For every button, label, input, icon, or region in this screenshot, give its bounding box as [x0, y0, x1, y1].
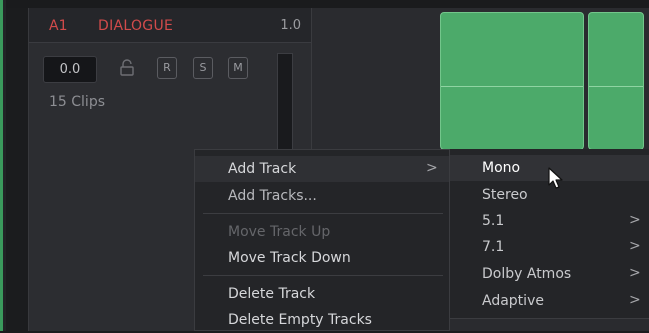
menu-item-label: Move Track Up	[228, 224, 331, 240]
submenu-item-adaptive[interactable]: Adaptive >	[450, 288, 649, 314]
track-name-bar: A1 DIALOGUE 1.0	[29, 8, 311, 43]
menu-item-delete-track[interactable]: Delete Track	[195, 281, 449, 307]
submenu-arrow-icon: >	[629, 212, 641, 228]
audio-clip[interactable]	[588, 12, 644, 150]
menu-separator	[203, 213, 443, 214]
track-context-menu: Add Track > Add Tracks... Move Track Up …	[194, 149, 450, 331]
submenu-item-label: Mono	[482, 160, 521, 176]
submenu-arrow-icon: >	[426, 160, 438, 176]
submenu-arrow-icon: >	[629, 238, 641, 254]
submenu-item-label: 5.1	[482, 213, 505, 229]
menu-item-label: Move Track Down	[228, 250, 351, 266]
menu-item-add-track[interactable]: Add Track >	[195, 156, 449, 182]
mute-button[interactable]: M	[228, 57, 248, 79]
track-volume-readout: 1.0	[280, 18, 301, 33]
track-level-field[interactable]: 0.0	[43, 56, 97, 83]
menu-item-add-tracks[interactable]: Add Tracks...	[195, 183, 449, 209]
menu-item-move-track-down[interactable]: Move Track Down	[195, 245, 449, 271]
submenu-item-5-1[interactable]: 5.1 >	[450, 208, 649, 234]
clip-volume-line[interactable]	[441, 86, 583, 87]
menu-separator	[203, 275, 443, 276]
menu-item-label: Delete Empty Tracks	[228, 312, 372, 328]
track-name[interactable]: DIALOGUE	[98, 18, 173, 34]
menu-item-delete-empty-tracks[interactable]: Delete Empty Tracks	[195, 307, 449, 333]
track-id: A1	[49, 18, 68, 34]
submenu-arrow-icon: >	[629, 292, 641, 308]
audio-clip[interactable]	[440, 12, 584, 150]
record-arm-button[interactable]: R	[157, 57, 177, 79]
submenu-arrow-icon: >	[629, 265, 641, 281]
window-top-edge	[0, 0, 649, 8]
submenu-item-dolby-atmos[interactable]: Dolby Atmos >	[450, 261, 649, 287]
mouse-pointer-icon	[548, 167, 563, 189]
submenu-item-label: 7.1	[482, 239, 505, 255]
left-edge-divider	[3, 0, 6, 331]
submenu-item-label: Stereo	[482, 187, 528, 203]
menu-item-label: Delete Track	[228, 286, 316, 302]
solo-button[interactable]: S	[193, 57, 213, 79]
lock-icon[interactable]	[119, 58, 135, 78]
submenu-item-label: Adaptive	[482, 293, 544, 309]
menu-item-label: Add Tracks...	[228, 188, 317, 204]
menu-item-move-track-up: Move Track Up	[195, 219, 449, 245]
menu-item-label: Add Track	[228, 161, 297, 177]
submenu-item-label: Dolby Atmos	[482, 266, 572, 282]
submenu-item-7-1[interactable]: 7.1 >	[450, 234, 649, 260]
clip-count-label: 15 Clips	[49, 94, 105, 110]
clip-volume-line[interactable]	[589, 86, 643, 87]
